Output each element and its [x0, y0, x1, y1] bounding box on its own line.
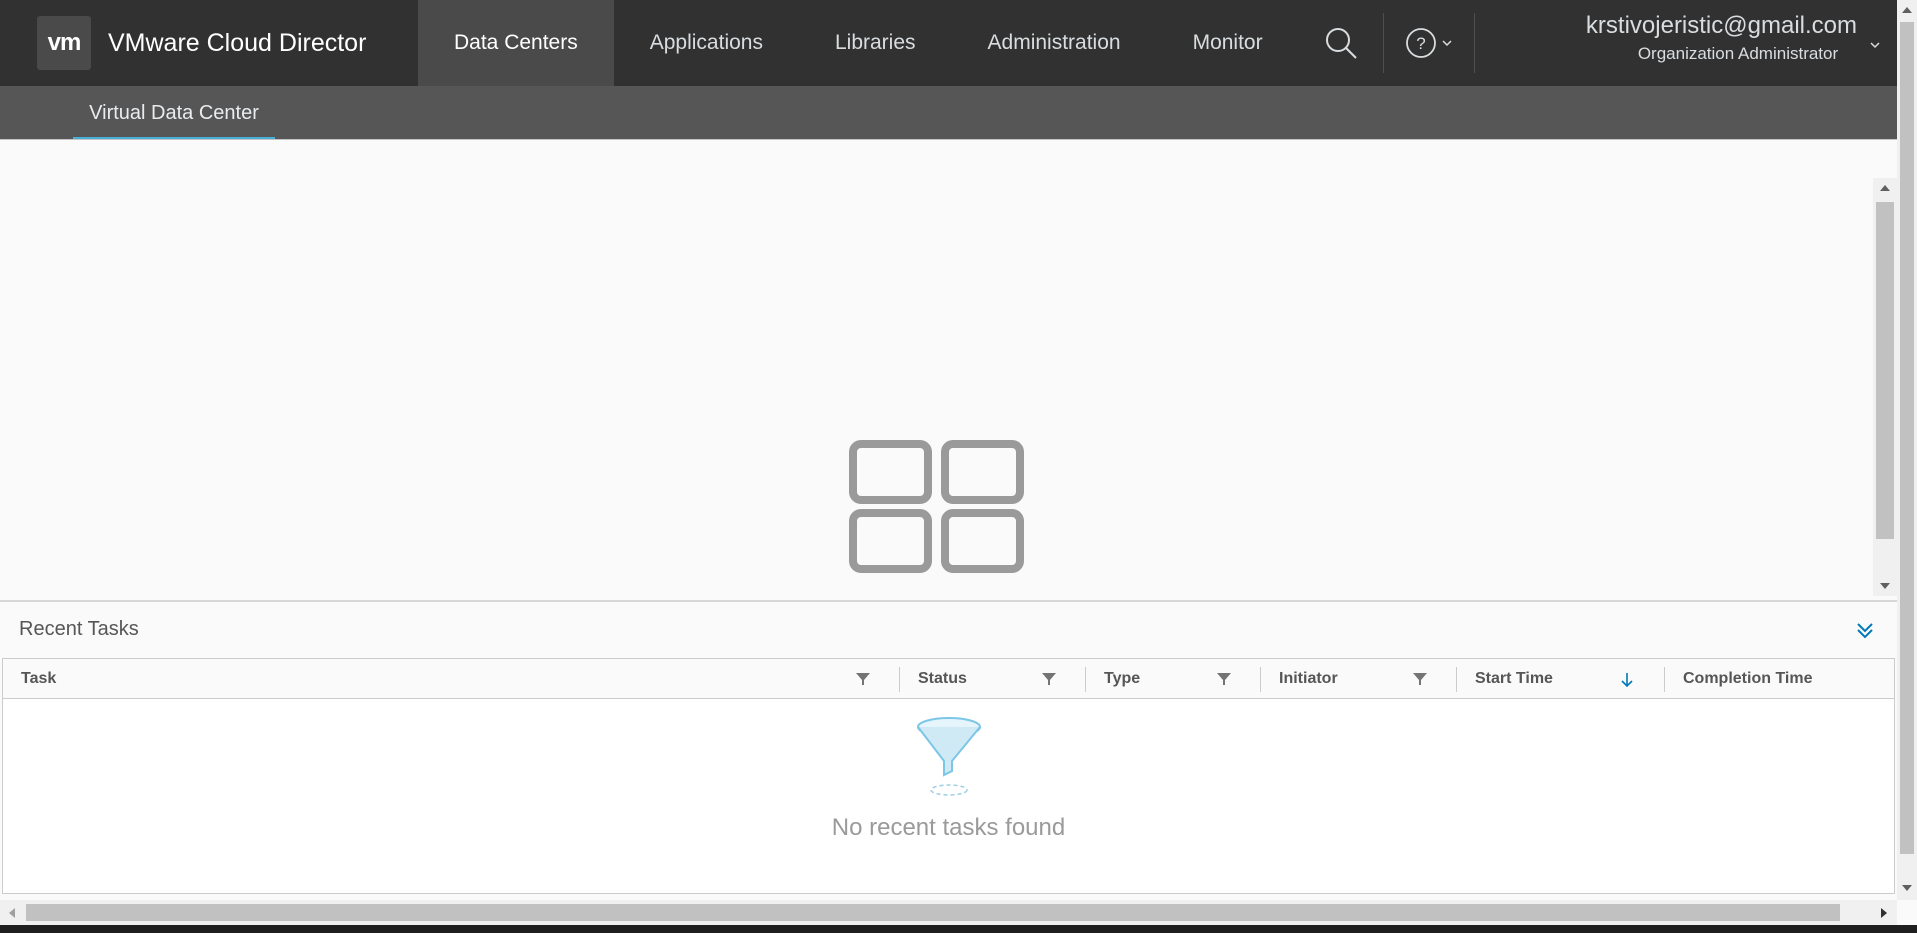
filter-icon[interactable] — [1041, 671, 1057, 687]
logo-text: vm — [47, 29, 82, 56]
sub-navigation: Virtual Data Center — [0, 86, 1897, 140]
filter-icon[interactable] — [1216, 671, 1232, 687]
tab-virtual-data-center[interactable]: Virtual Data Center — [73, 86, 275, 140]
scroll-down-icon — [1880, 583, 1890, 589]
filter-icon[interactable] — [1412, 671, 1428, 687]
main-content — [0, 140, 1873, 600]
column-label: Task — [21, 670, 57, 687]
scrollbar-thumb[interactable] — [1876, 202, 1894, 539]
app-title: VMware Cloud Director — [108, 28, 367, 57]
column-type[interactable]: Type — [1086, 659, 1261, 699]
recent-tasks-panel: Recent Tasks Task Status Type Initiator … — [0, 600, 1897, 894]
user-menu[interactable]: krstivojeristic@gmail.com Organization A… — [1553, 12, 1883, 72]
recent-tasks-title: Recent Tasks — [19, 618, 139, 640]
column-label: Type — [1104, 670, 1141, 687]
top-header: vm VMware Cloud Director Data Centers Ap… — [0, 0, 1897, 86]
empty-message: No recent tasks found — [831, 814, 1066, 841]
column-label: Initiator — [1279, 670, 1338, 687]
app-window: vm VMware Cloud Director Data Centers Ap… — [0, 0, 1917, 933]
header-icons: ? — [1299, 0, 1475, 86]
scroll-down-icon — [1902, 885, 1912, 891]
column-status[interactable]: Status — [900, 659, 1086, 699]
tasks-datagrid: Task Status Type Initiator Start Time Co… — [2, 658, 1895, 894]
search-icon — [1325, 28, 1357, 59]
column-completion-time[interactable]: Completion Time — [1665, 659, 1895, 699]
nav-data-centers[interactable]: Data Centers — [418, 0, 614, 86]
search-button[interactable] — [1299, 0, 1383, 86]
chevron-down-icon — [1870, 42, 1880, 49]
scroll-up-icon — [1902, 7, 1912, 13]
datagrid-header: Task Status Type Initiator Start Time Co… — [3, 659, 1894, 699]
chevron-down-icon — [1442, 40, 1452, 47]
column-task[interactable]: Task — [3, 659, 901, 699]
svg-text:?: ? — [1416, 34, 1425, 53]
collapse-chevrons-icon[interactable] — [1855, 620, 1875, 640]
empty-funnel-icon — [916, 717, 981, 796]
empty-state: No recent tasks found — [3, 715, 1894, 842]
main-nav: Data Centers Applications Libraries Admi… — [418, 0, 1299, 86]
user-email: krstivojeristic@gmail.com — [1585, 12, 1857, 39]
header-separator — [1473, 13, 1475, 73]
column-label: Status — [918, 670, 967, 687]
user-role: Organization Administrator — [1637, 44, 1839, 63]
scroll-up-icon — [1880, 185, 1890, 191]
nav-applications[interactable]: Applications — [614, 0, 799, 86]
scroll-right-icon — [1881, 908, 1887, 918]
scrollbar-thumb[interactable] — [26, 904, 1840, 921]
sort-arrow-down-icon[interactable] — [1620, 671, 1634, 689]
nav-monitor[interactable]: Monitor — [1157, 0, 1299, 86]
vmware-logo-icon: vm — [37, 16, 91, 70]
filter-icon[interactable] — [855, 671, 871, 687]
scrollbar-thumb[interactable] — [1900, 22, 1914, 854]
column-label: Completion Time — [1683, 670, 1813, 687]
data-center-grid-icon — [849, 440, 1024, 573]
help-button[interactable]: ? — [1384, 0, 1474, 86]
brand[interactable]: vm VMware Cloud Director — [0, 0, 418, 86]
page-vertical-scrollbar[interactable] — [1897, 0, 1917, 900]
page-horizontal-scrollbar[interactable] — [0, 900, 1897, 925]
column-label: Start Time — [1475, 670, 1553, 687]
nav-administration[interactable]: Administration — [952, 0, 1157, 86]
nav-libraries[interactable]: Libraries — [799, 0, 952, 86]
content-scrollbar[interactable] — [1873, 178, 1897, 596]
taskbar-strip — [0, 925, 1917, 933]
help-icon: ? — [1405, 28, 1436, 58]
scroll-left-icon — [9, 908, 15, 918]
